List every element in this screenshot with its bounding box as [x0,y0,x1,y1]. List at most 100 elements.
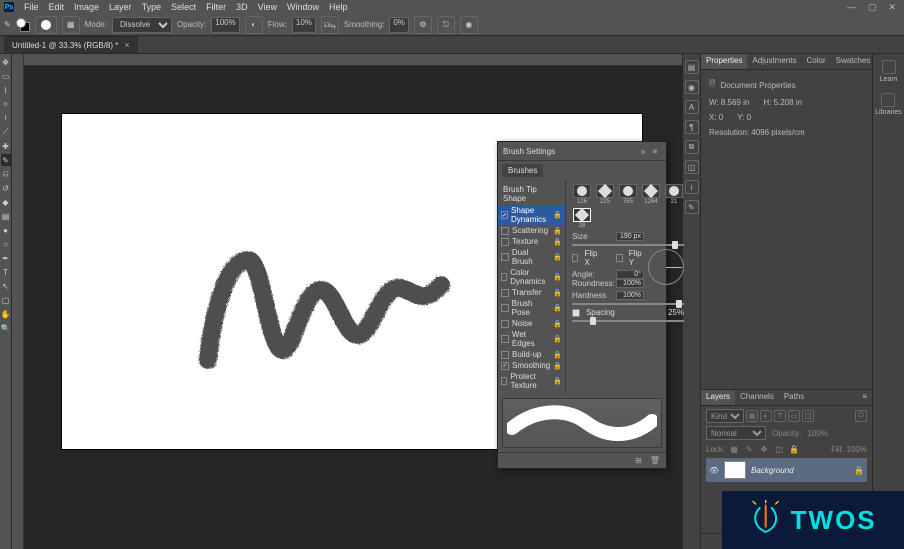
pen-tool[interactable]: ✒ [1,252,11,264]
lock-icon[interactable]: 🔒 [553,238,562,246]
color-panel-icon[interactable]: ◉ [685,80,699,94]
brush-option-scattering[interactable]: Scattering🔒 [498,225,565,236]
brush-option-color-dynamics[interactable]: Color Dynamics🔒 [498,267,565,287]
hardness-slider[interactable] [572,303,684,305]
window-maximize-button[interactable]: ▢ [868,2,877,13]
menu-help[interactable]: Help [329,2,348,12]
history-brush-tool[interactable]: ↺ [1,182,11,194]
h-value[interactable]: 5.208 in [774,98,802,107]
opacity-pressure-icon[interactable]: ◐ [245,16,263,34]
checkbox-icon[interactable] [501,227,509,235]
brush-option-shape-dynamics[interactable]: Shape Dynamics🔒 [498,205,565,225]
layer-row[interactable]: 👁 Background 🔒 [706,458,867,482]
angle-value[interactable]: 0° [616,270,644,279]
document-tab[interactable]: Untitled-1 @ 33.3% (RGB/8) * × [4,36,138,53]
checkbox-icon[interactable] [501,253,509,261]
filter-type-icon[interactable]: T [774,410,786,422]
window-minimize-button[interactable]: — [847,2,856,12]
healing-tool[interactable]: ✚ [1,140,11,152]
tab-layers[interactable]: Layers [701,390,735,405]
brush-option-wet-edges[interactable]: Wet Edges🔒 [498,329,565,349]
smoothing-options-icon[interactable]: ⚙ [414,16,432,34]
filter-toggle-icon[interactable]: ⏻ [855,410,867,422]
checkbox-icon[interactable] [501,362,509,370]
layers-panel-menu-icon[interactable]: ≡ [857,390,872,405]
fill-value[interactable]: 100% [847,445,867,454]
menu-edit[interactable]: Edit [49,2,65,12]
filter-smart-icon[interactable]: ◫ [802,410,814,422]
brush-option-brush-pose[interactable]: Brush Pose🔒 [498,298,565,318]
brush-tip-225[interactable]: 225 [595,184,615,205]
tab-color[interactable]: Color [802,54,831,69]
x-value[interactable]: 0 [719,113,723,122]
panel-menu-icon[interactable]: ≡ [649,145,661,157]
stamp-tool[interactable]: ⎌ [1,168,11,180]
menu-3d[interactable]: 3D [236,2,248,12]
brush-tip-28[interactable]: 28 [572,208,592,229]
clone-panel-icon[interactable]: ⧉ [685,140,699,154]
layer-thumbnail[interactable] [724,461,746,479]
lock-position-icon[interactable]: ✥ [758,443,770,455]
roundness-value[interactable]: 100% [616,279,644,288]
checkbox-icon[interactable] [501,273,507,281]
lock-icon[interactable]: 🔒 [553,351,562,359]
color-swatches[interactable] [16,18,30,32]
spacing-slider[interactable] [572,320,684,322]
zoom-tool[interactable]: 🔍 [1,322,11,334]
lock-icon[interactable]: 🔒 [553,377,562,385]
spacing-value[interactable]: 25% [668,308,684,317]
dodge-tool[interactable]: ○ [1,238,11,250]
lock-icon[interactable]: 🔒 [553,304,562,312]
tab-channels[interactable]: Channels [735,390,779,405]
checkbox-icon[interactable] [501,238,509,246]
brush-option-noise[interactable]: Noise🔒 [498,318,565,329]
gradient-tool[interactable]: ▤ [1,210,11,222]
brush-tool[interactable]: ✎ [1,154,11,166]
brush-tip-1264[interactable]: 1264 [641,184,661,205]
checkbox-icon[interactable] [501,289,509,297]
window-close-button[interactable]: ✕ [888,2,896,13]
lock-icon[interactable]: 🔒 [553,211,562,219]
y-value[interactable]: 0 [747,113,751,122]
magic-wand-tool[interactable]: ✧ [1,98,11,110]
lasso-tool[interactable]: ⌇ [1,84,11,96]
lock-all-icon[interactable]: 🔒 [788,443,800,455]
hand-tool[interactable]: ✋ [1,308,11,320]
lock-icon[interactable]: 🔒 [553,362,562,370]
layer-opacity-value[interactable]: 100% [807,429,827,438]
brush-tip-shape-button[interactable]: Brush Tip Shape [498,183,565,205]
tab-paths[interactable]: Paths [779,390,809,405]
tab-swatches[interactable]: Swatches [831,54,876,69]
pressure-size-icon[interactable]: ◉ [460,16,478,34]
menu-filter[interactable]: Filter [206,2,226,12]
learn-panel-button[interactable]: Learn [880,60,898,83]
angle-control[interactable] [648,249,684,285]
brush-option-smoothing[interactable]: Smoothing🔒 [498,360,565,371]
delete-brush-icon[interactable]: 🗑 [650,456,660,465]
symmetry-icon[interactable]: ⎋ [437,16,455,34]
size-value[interactable]: 190 px [616,232,644,241]
flip-y-checkbox[interactable] [616,254,623,262]
menu-file[interactable]: File [24,2,39,12]
checkbox-icon[interactable] [501,304,509,312]
brushes-tab[interactable]: Brushes [502,164,543,177]
spacing-checkbox[interactable] [572,309,580,317]
brush-option-build-up[interactable]: Build-up🔒 [498,349,565,360]
eraser-tool[interactable]: ◆ [1,196,11,208]
tab-adjustments[interactable]: Adjustments [747,54,801,69]
layer-filter-kind[interactable]: Kind [706,409,744,423]
flip-x-checkbox[interactable] [572,254,579,262]
filter-adjust-icon[interactable]: ◐ [760,410,772,422]
layer-name[interactable]: Background [751,466,794,475]
lock-icon[interactable]: 🔒 [553,227,562,235]
filter-shape-icon[interactable]: ▭ [788,410,800,422]
smoothing-field[interactable]: 0% [389,17,409,33]
paragraph-panel-icon[interactable]: ¶ [685,120,699,134]
brush-settings-panel[interactable]: Brush Settings » ≡ Brushes Brush Tip Sha… [497,141,667,469]
crop-tool[interactable]: ⟊ [1,112,11,124]
checkbox-icon[interactable] [501,211,508,219]
brush-option-texture[interactable]: Texture🔒 [498,236,565,247]
type-tool[interactable]: T [1,266,11,278]
flow-field[interactable]: 10% [292,17,316,33]
brush-tip-765[interactable]: 765 [618,184,638,205]
